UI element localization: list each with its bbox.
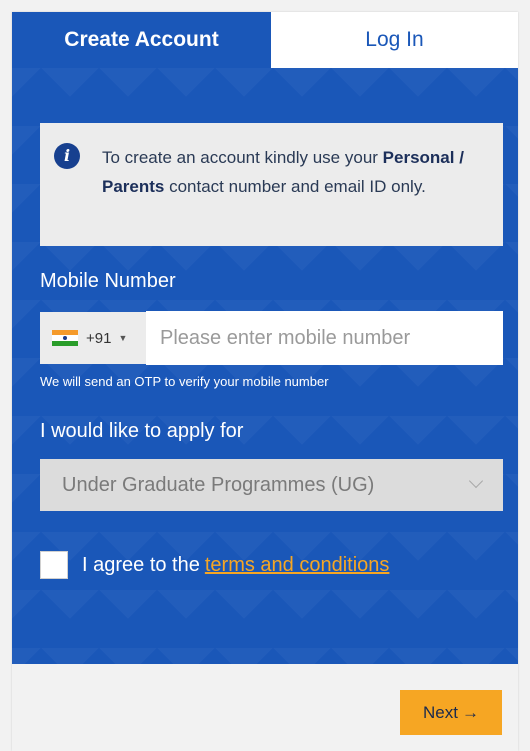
- tab-log-in[interactable]: Log In: [271, 12, 518, 68]
- apply-for-label: I would like to apply for: [40, 420, 244, 442]
- info-text-before: To create an account kindly use your: [102, 148, 383, 167]
- registration-card: Create Account Log In i To create an acc…: [12, 12, 518, 751]
- country-code-select[interactable]: +91 ▼: [40, 312, 146, 364]
- terms-link[interactable]: terms and conditions: [205, 554, 390, 577]
- form-footer: Next →: [12, 664, 518, 751]
- india-flag-icon: [52, 330, 78, 346]
- next-button-label: Next: [423, 702, 458, 722]
- info-notice-text: To create an account kindly use your Per…: [102, 143, 492, 201]
- caret-down-icon: ▼: [118, 333, 128, 343]
- terms-checkbox[interactable]: [40, 551, 68, 579]
- info-notice: i To create an account kindly use your P…: [40, 123, 503, 246]
- chevron-down-icon: [468, 473, 484, 489]
- mobile-number-input[interactable]: [146, 311, 503, 365]
- programme-select[interactable]: Under Graduate Programmes (UG): [40, 459, 503, 511]
- arrow-right-icon: →: [461, 702, 479, 722]
- next-button[interactable]: Next →: [400, 690, 502, 735]
- terms-agreement: I agree to the terms and conditions: [40, 551, 389, 579]
- country-code: +91: [86, 329, 112, 347]
- create-account-panel: i To create an account kindly use your P…: [12, 68, 518, 664]
- otp-hint: We will send an OTP to verify your mobil…: [40, 374, 329, 389]
- terms-agree-text: I agree to the: [82, 553, 200, 576]
- programme-select-value: Under Graduate Programmes (UG): [62, 473, 375, 496]
- auth-tabs: Create Account Log In: [12, 12, 518, 68]
- info-icon: i: [54, 143, 80, 169]
- tab-create-account[interactable]: Create Account: [12, 12, 271, 68]
- mobile-number-label: Mobile Number: [40, 270, 176, 292]
- mobile-number-field: +91 ▼: [40, 311, 503, 365]
- info-text-after: contact number and email ID only.: [164, 177, 426, 196]
